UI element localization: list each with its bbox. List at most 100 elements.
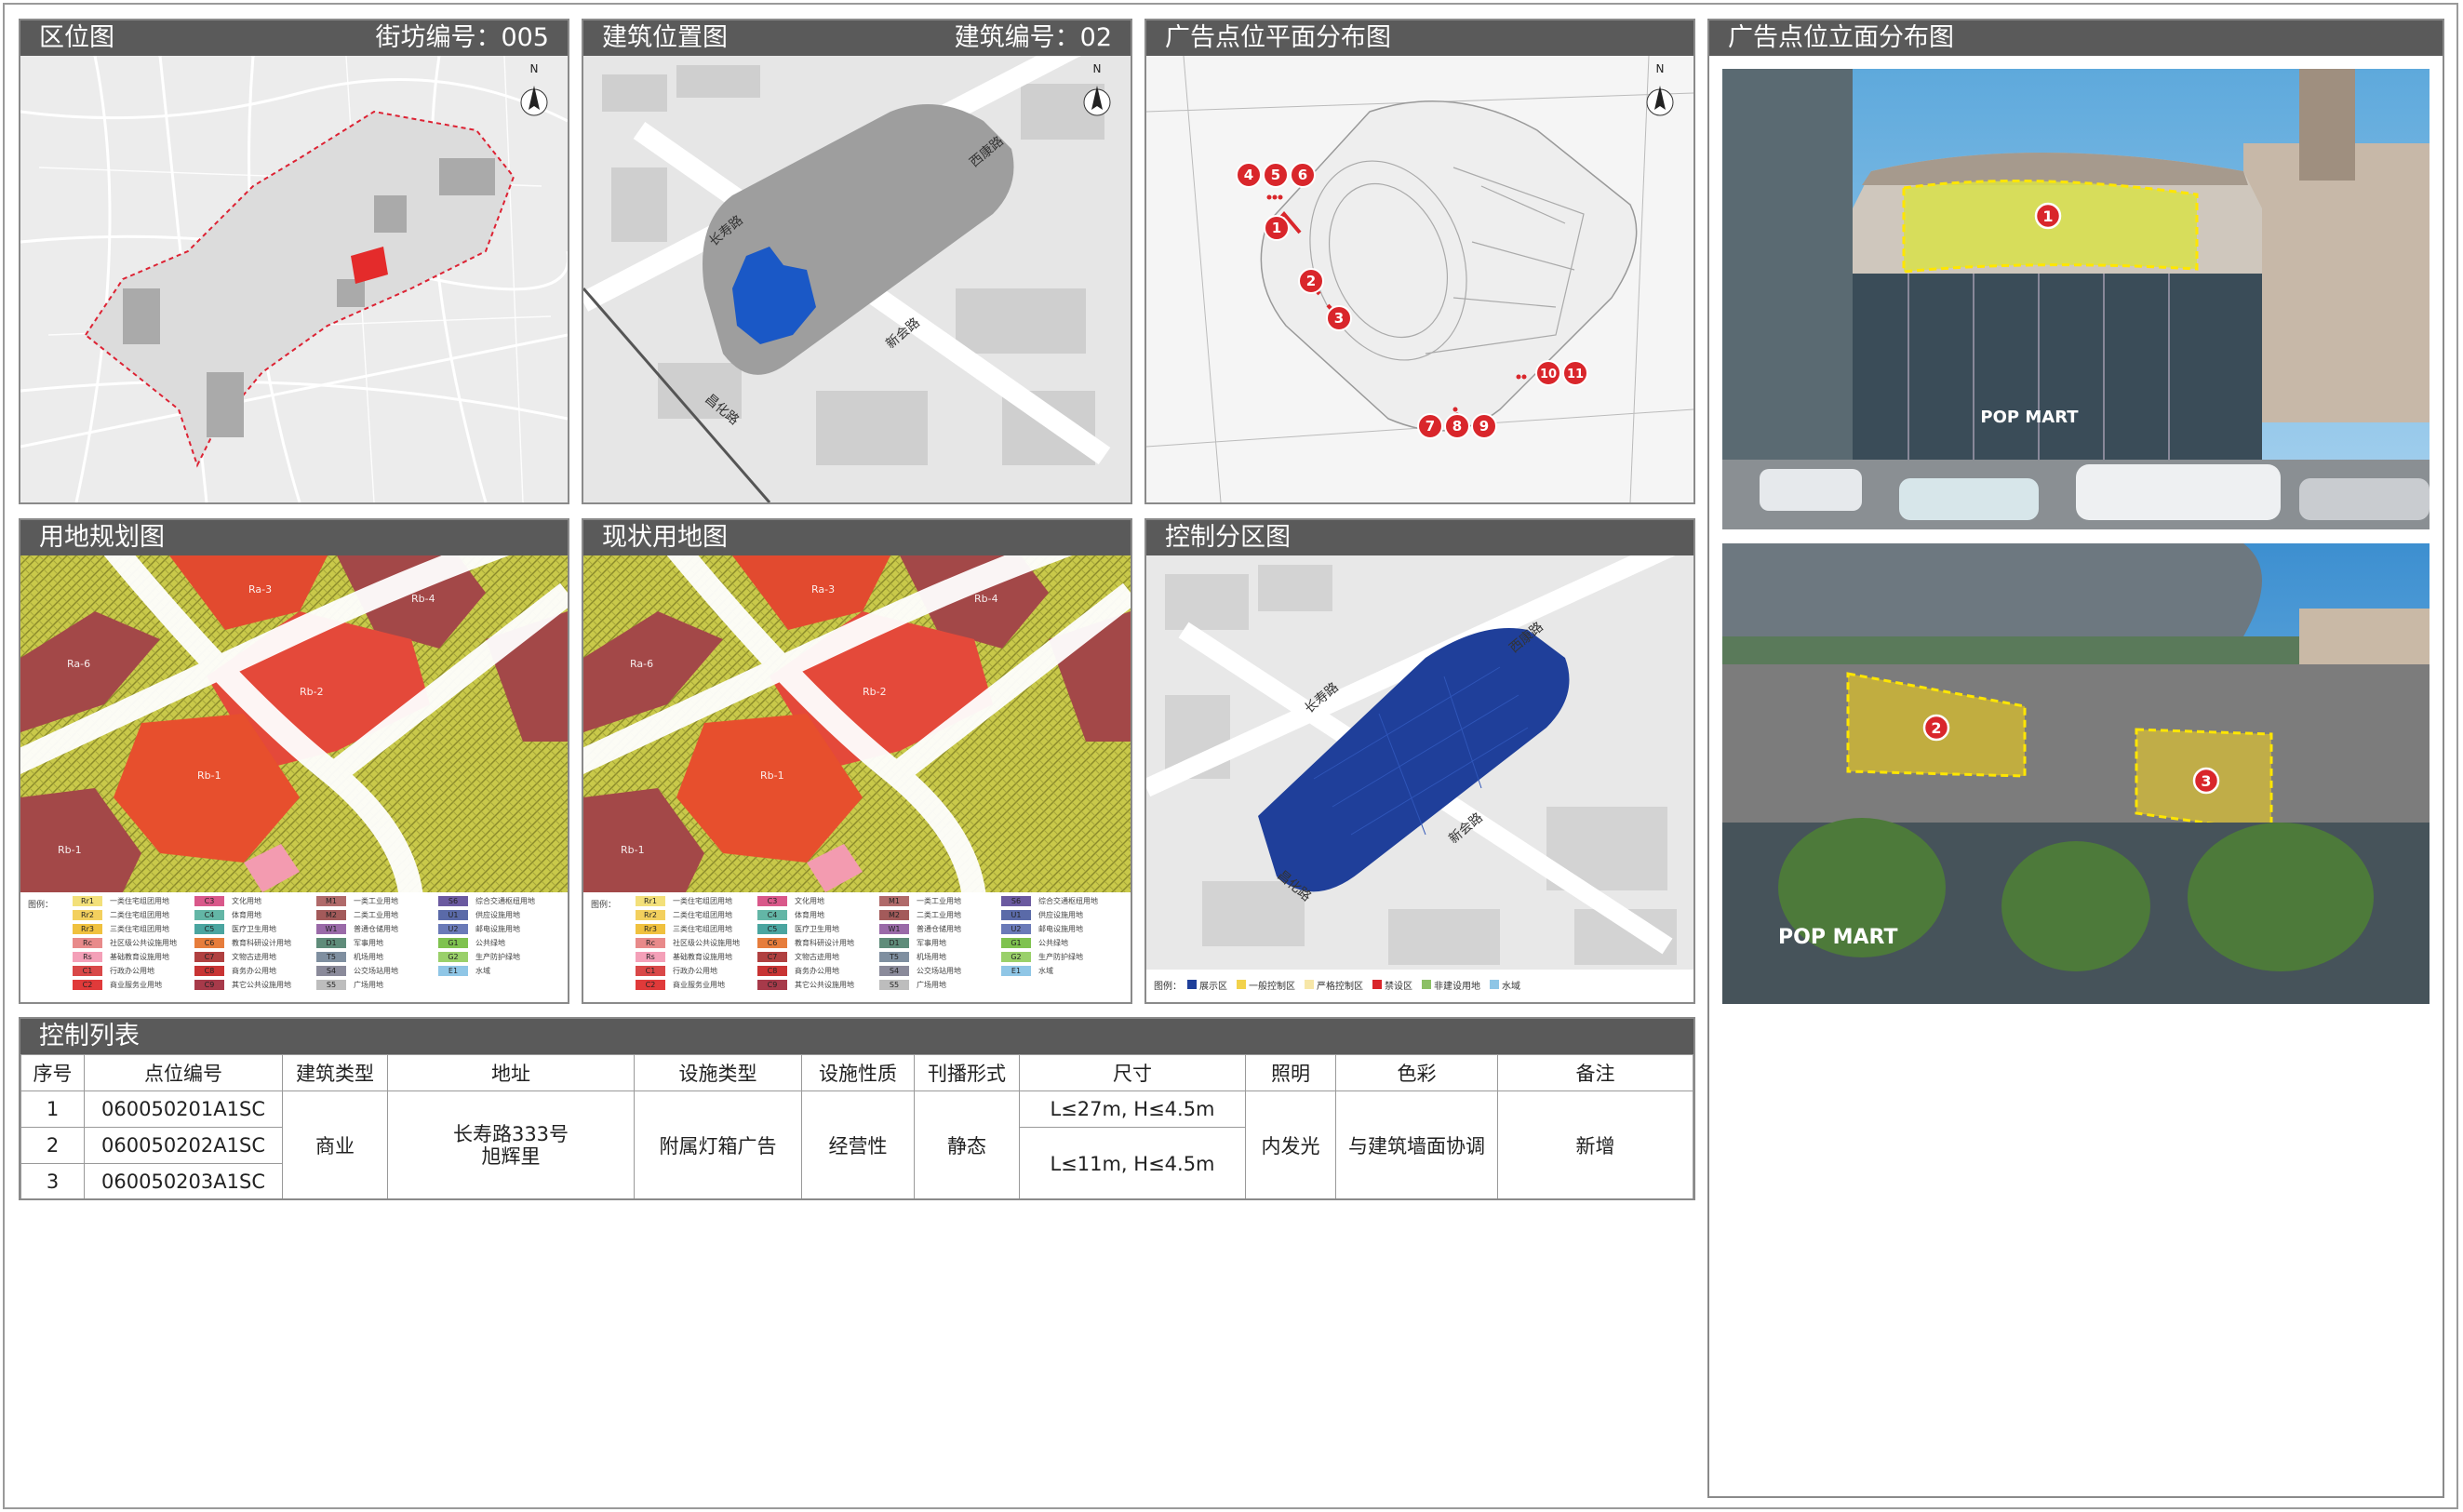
plan-marker-8: 8 — [1444, 413, 1470, 439]
legend-item: Rr3 三类住宅组团用地 — [636, 924, 732, 934]
svg-text:Ra-3: Ra-3 — [248, 583, 272, 595]
col-size: 尺寸 — [1019, 1054, 1246, 1091]
legend-swatch: C7 — [757, 952, 787, 962]
legend-item: Rr2 二类住宅组团用地 — [73, 910, 169, 920]
legend-item: S4 公交场站用地 — [316, 966, 398, 976]
legend-item: C8 商务办公用地 — [757, 966, 839, 976]
legend-item: C9 其它公共设施用地 — [194, 980, 291, 990]
plan-marker-3: 3 — [1326, 305, 1352, 331]
legend-label: 综合交通枢纽用地 — [1038, 897, 1098, 905]
legend-swatch: G1 — [438, 938, 468, 948]
plan-title: 广告点位平面分布图 — [1165, 23, 1391, 52]
legend-item: G1 公共绿地 — [438, 938, 505, 948]
legend-swatch: S6 — [438, 896, 468, 906]
legend-item: G2 生产防护绿地 — [438, 952, 520, 962]
svg-text:POP MART: POP MART — [1980, 408, 2079, 427]
legend-item: D1 军事用地 — [879, 938, 946, 948]
legend-item: T5 机场用地 — [316, 952, 383, 962]
legend-swatch: G1 — [1001, 938, 1031, 948]
legend-label: 广场用地 — [917, 981, 946, 989]
landuse-now-legend: 图例： Rr1 一类住宅组团用地 Rr2 二类住宅组团用地 Rr3 三类住宅组团用地 Rc 社… — [591, 896, 1098, 990]
elevation-photo-1: POP MART 1 — [1722, 69, 2430, 529]
legend-swatch: M1 — [316, 896, 346, 906]
legend-label: 供应设施用地 — [475, 911, 520, 919]
plan-marker-9: 9 — [1471, 413, 1497, 439]
legend-label: 三类住宅组团用地 — [673, 925, 732, 933]
legend-swatch: C4 — [757, 910, 787, 920]
legend-label: 二类工业用地 — [917, 911, 961, 919]
legend-item: E1 水域 — [438, 966, 490, 976]
legend-item: Rr1 一类住宅组团用地 — [636, 896, 732, 906]
legend-label: 普通仓储用地 — [917, 925, 961, 933]
legend-label: 军事用地 — [354, 939, 383, 947]
legend-swatch: Rr3 — [73, 924, 102, 934]
col-code: 点位编号 — [84, 1054, 283, 1091]
plan-header: 广告点位平面分布图 — [1146, 20, 1693, 56]
legend-item: C3 文化用地 — [757, 896, 824, 906]
legend-label: 一类工业用地 — [917, 897, 961, 905]
legend-item: W1 普通仓储用地 — [879, 924, 961, 934]
legend-swatch: C1 — [73, 966, 102, 976]
svg-text:Rb-2: Rb-2 — [300, 686, 324, 698]
col-lighting: 照明 — [1245, 1054, 1336, 1091]
legend-label: 二类住宅组团用地 — [673, 911, 732, 919]
plan-marker-1: 1 — [1264, 215, 1290, 241]
legend-item: S6 综合交通枢纽用地 — [438, 896, 535, 906]
legend-label: 公共绿地 — [1038, 939, 1068, 947]
control-legend-item: 一般控制区 — [1237, 978, 1295, 992]
legend-label: 机场用地 — [917, 953, 946, 961]
landuse-plan-legend: 图例： Rr1 一类住宅组团用地 Rr2 二类住宅组团用地 Rr3 三类住宅组团用地 Rc 社… — [28, 896, 535, 990]
legend-swatch: C8 — [757, 966, 787, 976]
elevation-panel: 广告点位立面分布图 POP MART 1 POP MART 2 3 — [1707, 19, 2444, 1498]
legend-item: S6 综合交通枢纽用地 — [1001, 896, 1098, 906]
legend-item: Rc 社区级公共设施用地 — [636, 938, 740, 948]
legend-label: 军事用地 — [917, 939, 946, 947]
elevation-title: 广告点位立面分布图 — [1728, 23, 1954, 52]
legend-label: 生产防护绿地 — [475, 953, 520, 961]
building-title: 建筑位置图 — [602, 23, 728, 52]
svg-text:11: 11 — [1567, 368, 1584, 381]
legend-label: 其它公共设施用地 — [795, 981, 854, 989]
legend-item: Rr2 二类住宅组团用地 — [636, 910, 732, 920]
legend-item: C1 行政办公用地 — [636, 966, 717, 976]
building-number: 建筑编号：02 — [954, 23, 1112, 52]
legend-swatch: C2 — [636, 980, 665, 990]
legend-item: C7 文物古迹用地 — [194, 952, 276, 962]
legend-swatch: Rs — [636, 952, 665, 962]
legend-swatch: C1 — [636, 966, 665, 976]
control-legend-item: 非建设用地 — [1422, 978, 1480, 992]
legend-swatch: M2 — [879, 910, 909, 920]
legend-item: C3 文化用地 — [194, 896, 261, 906]
svg-text:5: 5 — [1271, 167, 1280, 183]
landuse-now-panel: 现状用地图 Ra-6 Ra-3 Rb-4 Rb-2 Rb-1 Rb-1 图例： … — [582, 518, 1132, 1004]
legend-swatch: U1 — [1001, 910, 1031, 920]
legend-item: G2 生产防护绿地 — [1001, 952, 1083, 962]
address-cell: 长寿路333号 旭辉里 — [387, 1091, 635, 1198]
col-broadcast: 刊播形式 — [914, 1054, 1020, 1091]
block-number: 街坊编号：005 — [375, 23, 549, 52]
svg-text:Ra-6: Ra-6 — [630, 658, 653, 670]
legend-item: M1 一类工业用地 — [879, 896, 961, 906]
svg-text:1: 1 — [1272, 220, 1281, 236]
legend-swatch: T5 — [879, 952, 909, 962]
legend-item: U2 邮电设施用地 — [1001, 924, 1083, 934]
legend-item: C4 体育用地 — [194, 910, 261, 920]
legend-item: E1 水域 — [1001, 966, 1053, 976]
legend-item: D1 军事用地 — [316, 938, 383, 948]
legend-item: S4 公交场站用地 — [879, 966, 961, 976]
control-legend-item: 展示区 — [1187, 978, 1227, 992]
svg-text:1: 1 — [2042, 207, 2053, 225]
legend-label: 文化用地 — [795, 897, 824, 905]
plan-marker-6: 6 — [1290, 162, 1316, 188]
legend-label: 邮电设施用地 — [1038, 925, 1083, 933]
legend-item: M2 二类工业用地 — [879, 910, 961, 920]
building-map: 长寿路 新会路 昌化路 西康路 N — [583, 56, 1131, 502]
landuse-plan-title: 用地规划图 — [39, 523, 165, 552]
legend-swatch: C5 — [194, 924, 224, 934]
landuse-now-header: 现状用地图 — [583, 520, 1131, 555]
landuse-now-title: 现状用地图 — [602, 523, 728, 552]
location-header: 区位图 街坊编号：005 — [20, 20, 568, 56]
legend-item: U1 供应设施用地 — [438, 910, 520, 920]
legend-swatch: Rr2 — [636, 910, 665, 920]
svg-text:N: N — [1093, 62, 1102, 75]
